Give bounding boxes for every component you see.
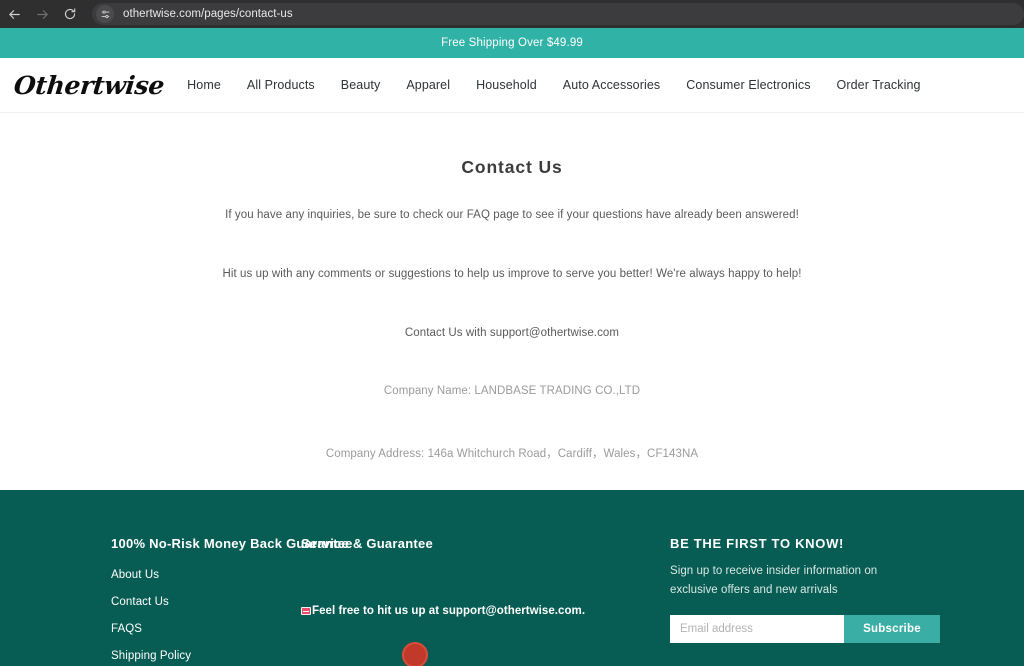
contact-copy: If you have any inquiries, be sure to ch… xyxy=(0,209,1024,461)
forward-arrow-icon xyxy=(35,7,50,22)
subscribe-button[interactable]: Subscribe xyxy=(844,615,940,643)
nav-item-household[interactable]: Household xyxy=(463,78,550,92)
announcement-text: Free Shipping Over $49.99 xyxy=(441,37,583,49)
browser-toolbar: othertwise.com/pages/contact-us xyxy=(0,0,1024,28)
company-name-line: Company Name: LANDBASE TRADING CO.,LTD xyxy=(383,385,641,397)
main-navigation: Home All Products Beauty Apparel Househo… xyxy=(174,78,933,92)
intro-paragraph: If you have any inquiries, be sure to ch… xyxy=(225,209,799,221)
footer-columns: 100% No-Risk Money Back Guarantee About … xyxy=(0,490,1024,666)
list-item: About Us xyxy=(111,565,290,583)
footer-support-note-text: Feel free to hit us up at support@othert… xyxy=(312,605,586,617)
footer-column-newsletter: BE THE FIRST TO KNOW! Sign up to receive… xyxy=(670,536,940,666)
footer-support-note: Feel free to hit us up at support@othert… xyxy=(301,605,670,617)
page-viewport: Free Shipping Over $49.99 Othertwise Hom… xyxy=(0,28,1024,666)
footer-link-contact-us[interactable]: Contact Us xyxy=(111,596,169,608)
nav-item-all-products[interactable]: All Products xyxy=(234,78,328,92)
main-content: Contact Us If you have any inquiries, be… xyxy=(0,113,1024,490)
list-item: Contact Us xyxy=(111,592,290,610)
footer-column-guarantee: 100% No-Risk Money Back Guarantee About … xyxy=(0,536,353,666)
nav-item-home[interactable]: Home xyxy=(174,78,234,92)
nav-item-order-tracking[interactable]: Order Tracking xyxy=(824,78,934,92)
address-bar[interactable]: othertwise.com/pages/contact-us xyxy=(92,3,1024,25)
reload-button[interactable] xyxy=(56,0,84,28)
address-bar-url: othertwise.com/pages/contact-us xyxy=(123,8,293,20)
footer-column-service: Service & Guarantee Feel free to hit us … xyxy=(290,536,670,666)
nav-item-consumer-electronics[interactable]: Consumer Electronics xyxy=(673,78,823,92)
newsletter-form: Subscribe xyxy=(670,615,940,643)
footer-link-shipping-policy[interactable]: Shipping Policy xyxy=(111,650,191,662)
email-emoji-icon xyxy=(301,607,311,615)
newsletter-subtext: Sign up to receive insider information o… xyxy=(670,565,878,596)
back-arrow-icon xyxy=(7,7,22,22)
reload-icon xyxy=(63,7,77,21)
email-field[interactable] xyxy=(670,615,844,643)
footer-heading-service: Service & Guarantee xyxy=(301,536,433,551)
site-header: Othertwise Home All Products Beauty Appa… xyxy=(0,58,1024,113)
site-logo[interactable]: Othertwise xyxy=(12,71,165,100)
footer-link-about-us[interactable]: About Us xyxy=(111,569,159,581)
red-seal-icon xyxy=(402,642,428,666)
footer-heading-guarantee: 100% No-Risk Money Back Guarantee xyxy=(111,536,353,551)
support-email-line: Contact Us with support@othertwise.com xyxy=(404,327,620,339)
footer-link-faqs[interactable]: FAQS xyxy=(111,623,142,635)
page-settings-icon[interactable] xyxy=(96,5,114,23)
suggestions-paragraph: Hit us up with any comments or suggestio… xyxy=(222,268,802,280)
page-title: Contact Us xyxy=(461,157,563,177)
forward-button[interactable] xyxy=(28,0,56,28)
nav-item-apparel[interactable]: Apparel xyxy=(393,78,463,92)
site-footer: 100% No-Risk Money Back Guarantee About … xyxy=(0,490,1024,666)
back-button[interactable] xyxy=(0,0,28,28)
footer-link-list: About Us Contact Us FAQS Shipping Policy xyxy=(111,565,290,664)
list-item: FAQS xyxy=(111,619,290,637)
nav-item-beauty[interactable]: Beauty xyxy=(328,78,394,92)
list-item: Shipping Policy xyxy=(111,646,290,664)
footer-heading-newsletter: BE THE FIRST TO KNOW! xyxy=(670,536,845,551)
company-address-line: Company Address: 146a Whitchurch Road，Ca… xyxy=(325,448,699,460)
nav-item-auto-accessories[interactable]: Auto Accessories xyxy=(550,78,673,92)
announcement-bar: Free Shipping Over $49.99 xyxy=(0,28,1024,58)
